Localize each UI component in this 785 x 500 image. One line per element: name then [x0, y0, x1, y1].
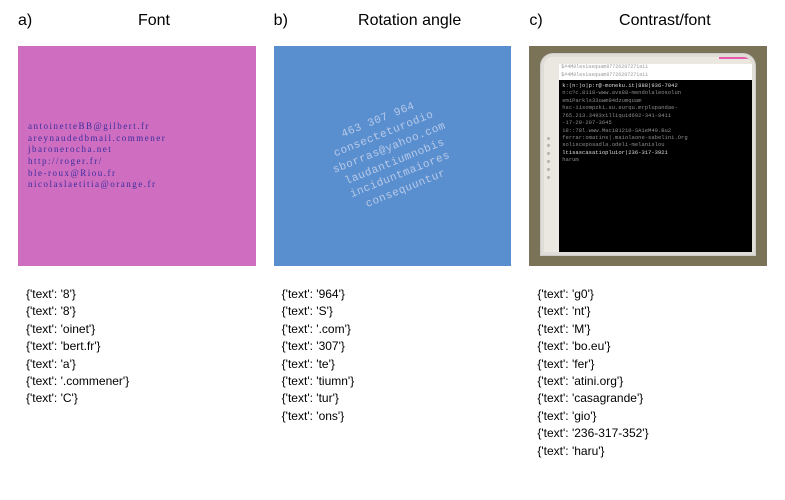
output-line: {'text': 'a'}: [26, 356, 256, 373]
panel-rotation: 463 307 964 consecteturodio sborras@yaho…: [274, 46, 512, 266]
column-a: a) Font antoinetteBB@gilbert.fr areynaud…: [18, 12, 256, 488]
output-b: {'text': '964'} {'text': 'S'} {'text': '…: [274, 286, 512, 425]
panel-a-line: nicolaslaetitia@orange.fr: [28, 179, 166, 191]
output-line: {'text': 'C'}: [26, 390, 256, 407]
terminal-line: -17-20-207-3645: [562, 119, 749, 126]
panel-contrast: $#4M0les1asquam87726297271aii $#4M0les1a…: [529, 46, 767, 266]
terminal: k:(n:)o|p:r@-moneku.it|888|936-7042 n:c?…: [559, 80, 752, 255]
output-line: {'text': 'fer'}: [537, 356, 767, 373]
output-line: {'text': '8'}: [26, 286, 256, 303]
label-a: a): [18, 12, 32, 30]
panel-a-text: antoinetteBB@gilbert.fr areynaudedbmail.…: [28, 121, 166, 191]
output-line: {'text': 'ons'}: [282, 408, 512, 425]
label-c: c): [529, 12, 542, 30]
output-line: {'text': 'tur'}: [282, 390, 512, 407]
output-line: {'text': 'atini.org'}: [537, 373, 767, 390]
output-line: {'text': '307'}: [282, 338, 512, 355]
panel-a-line: antoinetteBB@gilbert.fr: [28, 121, 166, 133]
panel-b-text: 463 307 964 consecteturodio sborras@yaho…: [320, 92, 465, 220]
panel-a-line: jbaronerocha.net: [28, 144, 166, 156]
panel-a-line: http://roger.fr/: [28, 156, 166, 168]
output-a: {'text': '8'} {'text': '8'} {'text': 'oi…: [18, 286, 256, 408]
output-c: {'text': 'g0'} {'text': 'nt'} {'text': '…: [529, 286, 767, 460]
output-line: {'text': '236-317-352'}: [537, 425, 767, 442]
output-line: {'text': 'haru'}: [537, 443, 767, 460]
terminal-line: hsc-iisompzki.su.eurqu.mrplupandae-: [562, 104, 749, 111]
terminal-line: solisceposadla.odeli-melanislou: [562, 141, 749, 148]
pink-accent: [719, 56, 749, 59]
terminal-line: 765.213.3493xilliquid602-341-8411: [562, 112, 749, 119]
terminal-line: emiParkls33uwm94dzumquam: [562, 97, 749, 104]
output-line: {'text': '.commener'}: [26, 373, 256, 390]
title-c: Contrast/font: [563, 12, 767, 30]
terminal-line: ferrar:omatins|.maiolaone-sabelini.Org: [562, 134, 749, 141]
terminal-line: k:(n:)o|p:r@-moneku.it|888|936-7042: [562, 82, 749, 89]
panel-a-line: areynaudedbmail.commener: [28, 133, 166, 145]
terminal-line: i8::78l.www.Maci81210-SA1eM40.Bu2: [562, 127, 749, 134]
output-line: {'text': 'te'}: [282, 356, 512, 373]
header-c: c) Contrast/font: [529, 12, 767, 36]
output-line: {'text': 'casagrande'}: [537, 390, 767, 407]
terminal-line: ltisascasatiopluior|236-317-3921: [562, 149, 749, 156]
output-line: {'text': 'S'}: [282, 303, 512, 320]
screen-top-line: $#4M0les1asquam87726297271aii: [559, 64, 752, 72]
panel-a-line: ble-roux@Riou.fr: [28, 168, 166, 180]
title-a: Font: [52, 12, 255, 30]
output-line: {'text': '.com'}: [282, 321, 512, 338]
output-line: {'text': 'tiumn'}: [282, 373, 512, 390]
title-b: Rotation angle: [308, 12, 511, 30]
output-line: {'text': '8'}: [26, 303, 256, 320]
terminal-line: n:c?c.8118-www.avs88-mendolaleosolun: [562, 89, 749, 96]
label-b: b): [274, 12, 288, 30]
output-line: {'text': 'bo.eu'}: [537, 338, 767, 355]
output-line: {'text': 'nt'}: [537, 303, 767, 320]
phone-screen: $#4M0les1asquam87726297271aii $#4M0les1a…: [559, 64, 752, 255]
speaker-grille: [545, 137, 551, 179]
header-b: b) Rotation angle: [274, 12, 512, 36]
output-line: {'text': 'oinet'}: [26, 321, 256, 338]
output-line: {'text': 'gio'}: [537, 408, 767, 425]
panel-font: antoinetteBB@gilbert.fr areynaudedbmail.…: [18, 46, 256, 266]
column-b: b) Rotation angle 463 307 964 consectetu…: [274, 12, 512, 488]
phone-frame: $#4M0les1asquam87726297271aii $#4M0les1a…: [541, 54, 755, 255]
output-line: {'text': 'bert.fr'}: [26, 338, 256, 355]
header-a: a) Font: [18, 12, 256, 36]
screen-top-line: $#4M0les1asquam87726297271aii: [559, 72, 752, 80]
output-line: {'text': 'M'}: [537, 321, 767, 338]
output-line: {'text': 'g0'}: [537, 286, 767, 303]
terminal-line: harum: [562, 156, 749, 163]
output-line: {'text': '964'}: [282, 286, 512, 303]
column-c: c) Contrast/font $#4M0les1asquam87726297…: [529, 12, 767, 488]
